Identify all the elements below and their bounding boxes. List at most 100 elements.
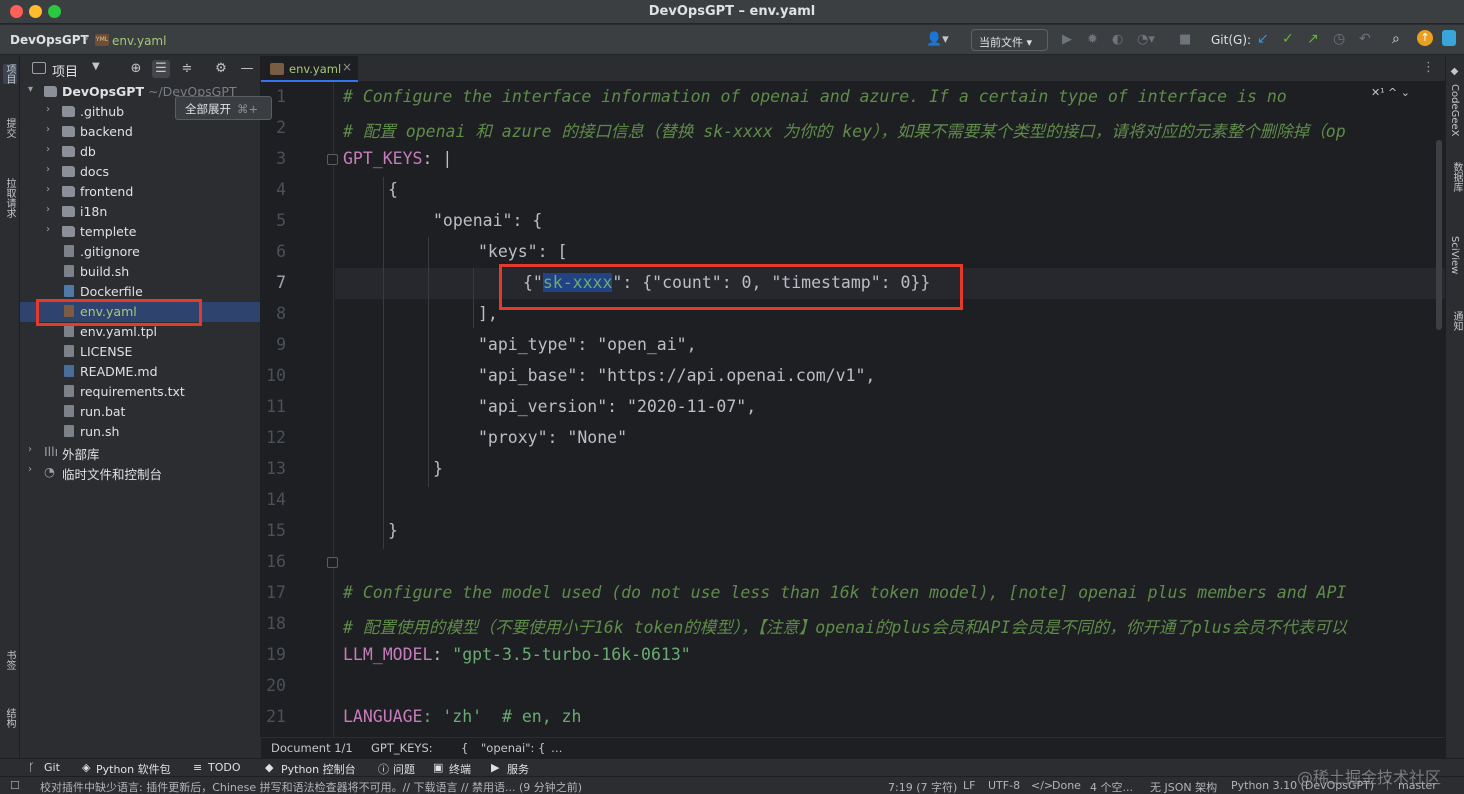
git-commit-icon[interactable]: ✓ — [1282, 31, 1294, 47]
tool-window-sciview[interactable]: SciView — [1449, 236, 1460, 274]
tree-file[interactable]: requirements.txt — [20, 382, 260, 402]
chevron-right-icon[interactable]: › — [46, 104, 50, 115]
breadcrumb-item[interactable]: Document 1/1 — [271, 741, 353, 755]
tool-todo[interactable]: TODO — [208, 761, 241, 774]
tool-window-project[interactable]: 项目 — [3, 64, 17, 84]
chevron-right-icon[interactable]: › — [46, 144, 50, 155]
chevron-right-icon[interactable]: › — [46, 184, 50, 195]
tree-file[interactable]: .gitignore — [20, 242, 260, 262]
code-text: "openai" — [433, 211, 513, 230]
project-panel-header: 项目 ▼ ⊕ ☰ ≑ ⚙ — — [20, 56, 260, 82]
status-line-separator[interactable]: LF — [963, 779, 975, 792]
code-line-17: # Configure the model used (do not use l… — [343, 583, 1347, 602]
git-update-icon[interactable]: ↙ — [1257, 31, 1269, 47]
chevron-right-icon[interactable]: › — [46, 124, 50, 135]
close-icon[interactable]: × — [342, 60, 352, 74]
chevron-right-icon[interactable]: › — [28, 444, 32, 455]
tree-external-libraries[interactable]: › Illı 外部库 — [20, 442, 260, 462]
tree-file[interactable]: build.sh — [20, 262, 260, 282]
collapse-all-icon[interactable]: ≑ — [178, 60, 196, 78]
chevron-right-icon[interactable]: › — [46, 164, 50, 175]
tool-window-structure[interactable]: 结构 — [3, 708, 17, 728]
chevron-down-icon[interactable]: ▼ — [92, 61, 100, 72]
tree-folder[interactable]: › docs — [20, 162, 260, 182]
updates-icon[interactable]: ↑ — [1417, 30, 1433, 46]
code-line-12: "proxy": "None" — [478, 428, 628, 447]
tool-git[interactable]: Git — [44, 761, 60, 774]
status-done[interactable]: Done — [1052, 779, 1081, 792]
expand-all-icon[interactable]: ☰ — [152, 60, 170, 78]
tool-window-pull-requests[interactable]: 拉取请求 — [3, 178, 17, 218]
status-message[interactable]: 校对插件中缺少语言: 插件更新后，Chinese 拼写和语法检查器将不可用。//… — [40, 779, 600, 794]
breadcrumb-item[interactable]: { — [461, 741, 468, 755]
chevron-right-icon: › — [84, 31, 89, 45]
tool-window-commit[interactable]: 提交 — [3, 118, 17, 138]
tree-folder[interactable]: › db — [20, 142, 260, 162]
run-icon[interactable]: ▶ — [1062, 32, 1072, 47]
breadcrumb-file[interactable]: env.yaml — [112, 34, 166, 48]
chevron-right-icon[interactable]: › — [46, 204, 50, 215]
tree-folder[interactable]: › templete — [20, 222, 260, 242]
tree-file[interactable]: README.md — [20, 362, 260, 382]
git-rollback-icon[interactable]: ↶ — [1359, 31, 1371, 47]
code-line-13: } — [433, 459, 443, 478]
tree-label: env.yaml.tpl — [80, 324, 158, 339]
yaml-key: GPT_KEYS — [343, 149, 423, 168]
more-icon[interactable]: ⋮ — [1422, 60, 1435, 75]
tool-terminal[interactable]: 终端 — [449, 761, 471, 777]
run-config-dropdown[interactable]: 当前文件 ▾ — [971, 29, 1048, 51]
code-line-5: "openai": { — [433, 211, 542, 230]
status-toggle-icon[interactable]: ☐ — [10, 779, 20, 792]
bell-icon[interactable]: ◆ — [1449, 66, 1460, 77]
search-icon[interactable]: ⌕ — [1392, 31, 1400, 47]
hide-icon[interactable]: — — [238, 60, 256, 78]
tool-python-packages[interactable]: Python 软件包 — [96, 761, 171, 777]
stop-icon[interactable]: ■ — [1179, 32, 1191, 47]
tab-env-yaml[interactable]: env.yaml × — [261, 56, 358, 82]
yaml-file-icon: YML — [95, 34, 109, 46]
breadcrumb-item[interactable]: GPT_KEYS: — [371, 741, 433, 755]
chevron-right-icon[interactable]: › — [28, 464, 32, 475]
code-area[interactable]: # Configure the interface information of… — [335, 82, 1445, 737]
line-number: 18 — [266, 614, 286, 633]
tool-window-bookmarks[interactable]: 书签 — [3, 650, 17, 670]
chevron-right-icon[interactable]: › — [46, 224, 50, 235]
inspection-widget[interactable]: ✕¹ ^ ⌄ — [1371, 86, 1410, 99]
user-icon[interactable]: 👤▾ — [926, 32, 949, 47]
tree-folder[interactable]: › frontend — [20, 182, 260, 202]
project-panel-title[interactable]: 项目 — [52, 61, 78, 80]
git-push-icon[interactable]: ↗ — [1307, 31, 1319, 47]
status-indent[interactable]: 4 个空... — [1090, 779, 1133, 794]
git-history-icon[interactable]: ◷ — [1333, 31, 1345, 47]
status-encoding[interactable]: UTF-8 — [988, 779, 1020, 792]
line-number: 20 — [266, 676, 286, 695]
tool-window-codegeex[interactable]: CodeGeeX — [1449, 84, 1460, 137]
tree-file[interactable]: LICENSE — [20, 342, 260, 362]
status-position[interactable]: 7:19 (7 字符) — [888, 779, 957, 794]
tool-window-database[interactable]: 数据库 — [1449, 162, 1464, 192]
tree-file[interactable]: run.bat — [20, 402, 260, 422]
tree-folder[interactable]: › i18n — [20, 202, 260, 222]
breadcrumb-item[interactable]: … — [551, 741, 563, 755]
folder-icon — [44, 86, 57, 97]
breadcrumb-project[interactable]: DevOpsGPT — [10, 33, 89, 47]
vertical-scrollbar[interactable] — [1436, 140, 1442, 330]
status-schema[interactable]: 无 JSON 架构 — [1150, 779, 1217, 794]
tool-python-console[interactable]: Python 控制台 — [281, 761, 356, 777]
locate-icon[interactable]: ⊕ — [127, 60, 145, 78]
breadcrumb-item[interactable]: "openai": { — [481, 741, 545, 755]
tree-folder[interactable]: › backend — [20, 122, 260, 142]
tool-problems[interactable]: 问题 — [393, 761, 415, 777]
tool-window-notifications[interactable]: 通知 — [1449, 311, 1464, 331]
debug-icon[interactable]: ✹ — [1087, 32, 1098, 47]
tree-file[interactable]: run.sh — [20, 422, 260, 442]
coverage-icon[interactable]: ◐ — [1112, 32, 1123, 47]
profile-icon[interactable]: ◔▾ — [1137, 32, 1155, 47]
folder-icon — [62, 206, 75, 217]
tree-label: backend — [80, 124, 133, 139]
gear-icon[interactable]: ⚙ — [212, 60, 230, 78]
tool-services[interactable]: 服务 — [507, 761, 529, 777]
chevron-down-icon[interactable]: ▾ — [28, 84, 33, 95]
tree-scratches[interactable]: › ◔ 临时文件和控制台 — [20, 462, 260, 482]
plugin-icon[interactable] — [1442, 30, 1456, 46]
